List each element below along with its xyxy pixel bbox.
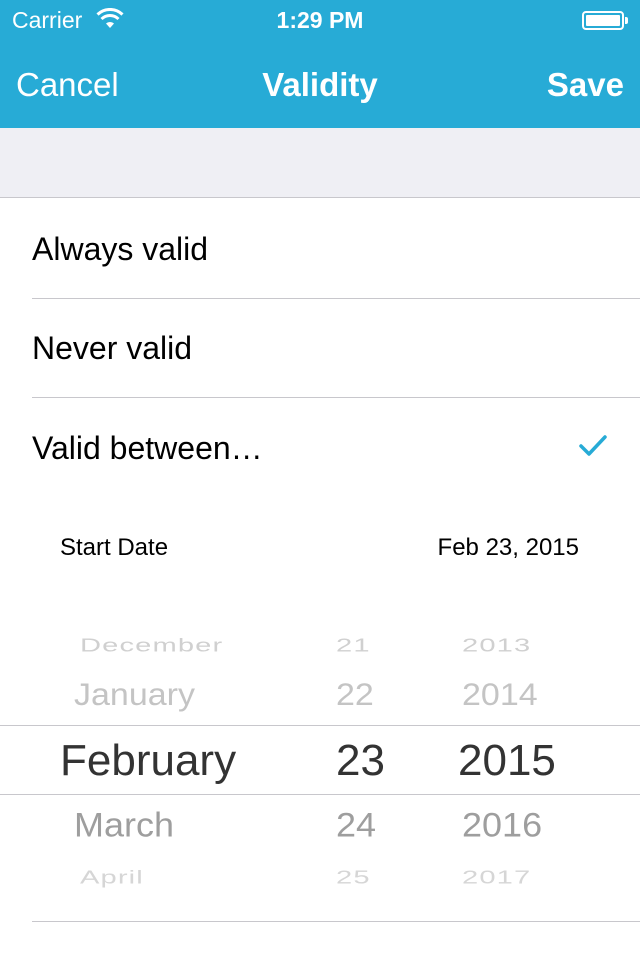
status-bar: Carrier 1:29 PM [0, 0, 640, 40]
picker-month-item[interactable]: March [74, 805, 174, 845]
picker-year-item[interactable]: 2016 [462, 805, 542, 845]
picker-day-item[interactable]: 24 [336, 805, 376, 845]
picker-day-item[interactable]: 21 [336, 634, 371, 656]
checkmark-icon [579, 435, 607, 456]
start-date-value: Feb 23, 2015 [437, 534, 579, 561]
option-label: Never valid [32, 330, 193, 366]
option-label: Valid between… [32, 430, 263, 466]
option-always-valid[interactable]: Always valid [0, 199, 640, 299]
save-button[interactable]: Save [547, 66, 624, 104]
date-picker[interactable]: December January February March April 21 22 23… [0, 596, 640, 921]
picker-month-item[interactable]: January [74, 678, 195, 714]
header: Carrier 1:29 PM Cancel Validity Save [0, 0, 640, 128]
start-date-label: Start Date [60, 534, 169, 561]
cancel-button[interactable]: Cancel [16, 66, 119, 104]
day-wheel[interactable]: 21 22 23 24 25 [300, 596, 420, 921]
picker-day-item[interactable]: 23 [336, 736, 385, 786]
picker-day-item[interactable]: 25 [336, 866, 371, 888]
navigation-bar: Cancel Validity Save [0, 40, 640, 128]
picker-day-item[interactable]: 22 [336, 678, 374, 714]
picker-month-item[interactable]: April [80, 866, 144, 888]
month-wheel[interactable]: December January February March April [0, 596, 300, 921]
start-date-row[interactable]: Start Date Feb 23, 2015 [0, 498, 640, 596]
option-valid-between[interactable]: Valid between… [0, 398, 640, 498]
section-header-spacer [0, 128, 640, 198]
picker-year-item[interactable]: 2014 [462, 678, 538, 714]
battery-icon [582, 11, 628, 30]
picker-year-item[interactable]: 2013 [462, 634, 531, 656]
picker-month-item[interactable]: February [60, 736, 236, 786]
option-never-valid[interactable]: Never valid [0, 298, 640, 398]
picker-year-item[interactable]: 2015 [458, 736, 556, 786]
clock: 1:29 PM [276, 7, 364, 33]
picker-month-item[interactable]: December [80, 634, 223, 656]
picker-year-item[interactable]: 2017 [462, 866, 531, 888]
separator [32, 921, 640, 922]
year-wheel[interactable]: 2013 2014 2015 2016 2017 [420, 596, 600, 921]
option-label: Always valid [32, 231, 209, 267]
